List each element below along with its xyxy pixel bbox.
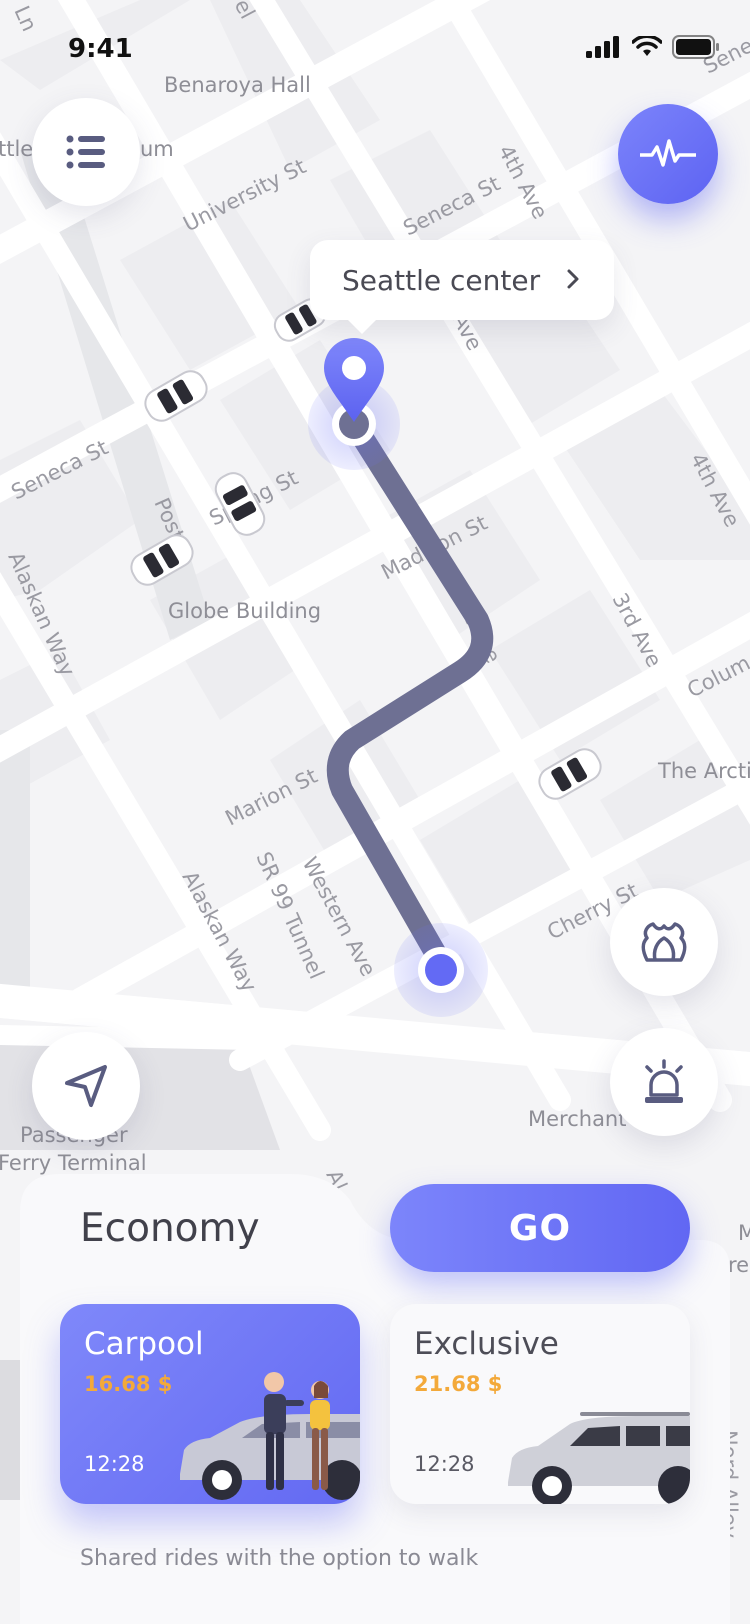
location-tooltip[interactable]: Seattle center [310, 240, 614, 334]
suv-illustration [508, 1412, 690, 1504]
place-label: M [738, 1221, 750, 1245]
ride-price: 21.68 $ [414, 1372, 503, 1396]
status-bar: 9:41 [0, 0, 750, 96]
place-label: ttle [0, 137, 33, 161]
locate-me-button[interactable] [32, 1032, 140, 1140]
pulse-icon [640, 139, 696, 167]
place-label: Globe Building [168, 599, 321, 623]
status-time: 9:41 [68, 34, 133, 64]
ride-time: 12:28 [84, 1452, 145, 1476]
ride-name: Carpool [84, 1326, 204, 1362]
battery-icon [672, 35, 719, 59]
go-button[interactable]: GO [390, 1184, 690, 1272]
passenger-button[interactable] [610, 888, 718, 996]
emergency-button[interactable] [610, 1028, 718, 1136]
carpool-illustration [180, 1372, 360, 1500]
status-icons [586, 34, 720, 60]
menu-button[interactable] [32, 98, 140, 206]
destination-pin[interactable] [394, 923, 488, 1017]
chevron-right-icon [567, 269, 579, 289]
menu-icon [66, 135, 105, 169]
ride-price: 16.68 $ [84, 1372, 173, 1396]
ride-description: Shared rides with the option to walk [80, 1546, 479, 1571]
ride-time: 12:28 [414, 1452, 475, 1476]
passenger-icon [641, 922, 687, 962]
ride-option-exclusive[interactable]: Exclusive 21.68 $ 12:28 [390, 1304, 690, 1504]
ride-option-carpool[interactable]: Carpool 16.68 $ 12:28 [60, 1304, 360, 1504]
wifi-icon [632, 36, 662, 56]
navigation-arrow-icon [65, 1065, 107, 1107]
cellular-signal-icon [586, 36, 619, 58]
place-label: Merchant [528, 1107, 626, 1131]
siren-icon [645, 1059, 683, 1103]
place-label: um [140, 137, 174, 161]
place-label: Ferry Terminal [0, 1151, 147, 1175]
tooltip-label: Seattle center [342, 263, 541, 297]
ride-name: Exclusive [414, 1326, 559, 1362]
activity-button[interactable] [618, 104, 718, 204]
place-label: rel [728, 1253, 750, 1277]
place-label: The Arcti [657, 759, 750, 783]
ride-category-title: Economy [80, 1206, 260, 1251]
